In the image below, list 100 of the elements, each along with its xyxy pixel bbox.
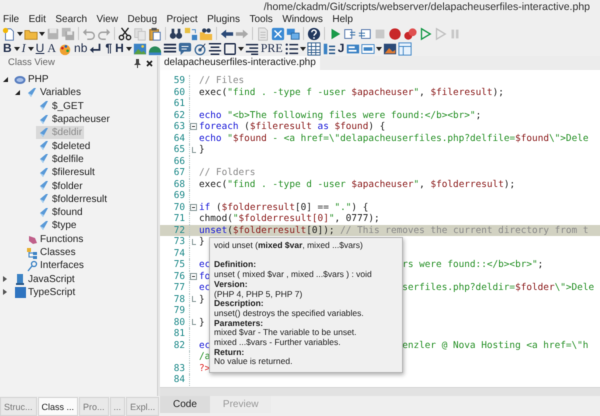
folder-binoculars-icon[interactable] — [199, 26, 213, 40]
panel-tab[interactable]: Pro... — [79, 397, 109, 416]
menu-item[interactable]: Tools — [249, 14, 273, 26]
fold-toggle-icon[interactable] — [190, 123, 197, 130]
square-icon[interactable] — [222, 42, 237, 56]
toolbar-button[interactable]: nb — [73, 42, 88, 55]
windows-icon[interactable] — [286, 26, 300, 40]
speech-bubble-icon[interactable] — [178, 42, 192, 56]
tree-item[interactable]: $apacheuser — [36, 113, 112, 126]
return-arrow-icon[interactable] — [89, 42, 104, 56]
form-field-icon[interactable] — [361, 42, 376, 56]
class-icon — [26, 246, 38, 258]
record-icon[interactable] — [388, 26, 402, 40]
caret-icon[interactable] — [39, 32, 45, 36]
horizontal-lines-icon[interactable] — [162, 42, 177, 56]
menu-item[interactable]: File — [3, 14, 20, 26]
form-icon[interactable] — [346, 42, 360, 56]
list-icon[interactable] — [284, 42, 299, 56]
variable-icon — [38, 180, 50, 192]
code-line: rs were found::</b><br>"; — [402, 259, 544, 270]
panel-tab[interactable]: ... — [110, 397, 126, 416]
toolbar-button[interactable]: J — [336, 42, 346, 55]
binoculars-icon[interactable] — [169, 26, 183, 40]
code-line: enzler @ Nova Hosting <a href=\"h — [402, 340, 588, 351]
horizontal-scrollbar[interactable] — [160, 387, 600, 396]
fullscreen-icon[interactable] — [271, 26, 285, 40]
caret-icon[interactable] — [126, 46, 132, 50]
table-icon[interactable] — [306, 42, 321, 56]
align-center-icon[interactable] — [208, 42, 222, 56]
pin-icon[interactable] — [134, 58, 141, 68]
menu-item[interactable]: Edit — [28, 14, 46, 26]
breakpoints-icon[interactable] — [403, 26, 417, 40]
image-icon[interactable] — [132, 42, 147, 56]
caret-icon[interactable] — [28, 46, 34, 50]
tree-item[interactable]: $fileresult — [36, 166, 97, 180]
toolbar-button[interactable]: ¶ — [104, 42, 114, 55]
caret-icon[interactable] — [300, 46, 306, 50]
caret-icon[interactable] — [238, 46, 244, 50]
caret-icon[interactable] — [376, 46, 382, 50]
toolbar-button[interactable]: H — [114, 42, 125, 55]
code-line: // Files — [198, 75, 244, 86]
view-tab[interactable]: Code — [160, 396, 210, 413]
tooltip-text: unset() destroys the specified variables. — [214, 308, 365, 319]
tree-item[interactable]: $_GET — [36, 100, 86, 113]
menu-item[interactable]: Search — [55, 14, 88, 26]
caret-icon[interactable] — [14, 46, 20, 50]
tree-item[interactable]: TypeScript — [12, 286, 78, 299]
expanded-arrow-icon[interactable] — [15, 90, 20, 96]
picture-icon[interactable] — [383, 42, 398, 56]
collapsed-arrow-icon[interactable] — [3, 289, 7, 296]
toolbar-button[interactable]: B — [2, 42, 13, 55]
panel-tab[interactable]: Struc... — [0, 397, 37, 416]
panel-tab[interactable]: Class ... — [38, 397, 78, 416]
tooltip-signature: void unset (mixed $var, mixed ...$vars) — [214, 241, 364, 251]
help-icon[interactable] — [307, 26, 321, 40]
line-number: 64 — [172, 132, 185, 144]
tree-item[interactable]: $type — [36, 219, 78, 232]
line-number: 77 — [172, 282, 185, 294]
panel-tab[interactable]: Expl... — [126, 397, 160, 416]
layout-icon[interactable] — [398, 42, 412, 56]
align-right-icon[interactable] — [244, 42, 259, 56]
toolbar-button[interactable]: I — [20, 42, 27, 55]
tree-item[interactable]: Functions — [24, 232, 86, 246]
toolbar-button[interactable]: A — [46, 42, 58, 55]
tree-item[interactable]: $folder — [36, 180, 85, 193]
tree-item[interactable]: Interfaces — [24, 259, 86, 272]
menu-item[interactable]: Help — [332, 14, 353, 26]
fold-toggle-icon[interactable] — [190, 204, 197, 211]
tree-item[interactable]: $deleted — [36, 140, 92, 153]
collapsed-arrow-icon[interactable] — [3, 276, 7, 282]
palette-icon[interactable] — [58, 42, 72, 56]
play-outline-icon[interactable] — [418, 26, 432, 40]
line-number: 68 — [172, 178, 185, 190]
tree-item[interactable]: JavaScript — [12, 272, 77, 286]
menu-item[interactable]: Project — [166, 14, 198, 26]
tree-item[interactable]: $found — [36, 206, 85, 220]
tree-item[interactable]: Classes — [24, 246, 78, 259]
menu-item[interactable]: View — [96, 14, 118, 26]
line-number: 71 — [172, 213, 185, 224]
menu-item[interactable]: Plugins — [207, 14, 240, 26]
close-icon[interactable] — [146, 60, 153, 66]
line-number: 75 — [172, 259, 185, 270]
menu-item[interactable]: Debug — [128, 14, 158, 26]
clipboard-icon[interactable] — [148, 26, 162, 40]
tree-item[interactable]: PHP — [12, 73, 51, 86]
caret-icon[interactable] — [17, 32, 23, 36]
expanded-arrow-icon[interactable] — [3, 77, 8, 82]
tree-item[interactable]: $delfile — [36, 152, 86, 166]
tree-item[interactable]: Variables — [24, 86, 83, 100]
file-tab[interactable]: delapacheuserfiles-interactive.php — [160, 56, 320, 70]
tree-item[interactable]: $folderresult — [36, 192, 110, 206]
new-document-icon[interactable] — [2, 26, 16, 40]
toolbar-button[interactable]: U — [34, 42, 46, 55]
line-number: 70 — [172, 202, 185, 213]
fold-toggle-icon[interactable] — [190, 272, 197, 280]
menu-item[interactable]: Windows — [282, 14, 323, 26]
target-icon[interactable] — [192, 42, 207, 56]
toolbar-button[interactable]: PRE — [260, 42, 284, 55]
scissors-icon[interactable] — [118, 26, 132, 40]
tooltip-heading: Definition: — [214, 260, 258, 270]
